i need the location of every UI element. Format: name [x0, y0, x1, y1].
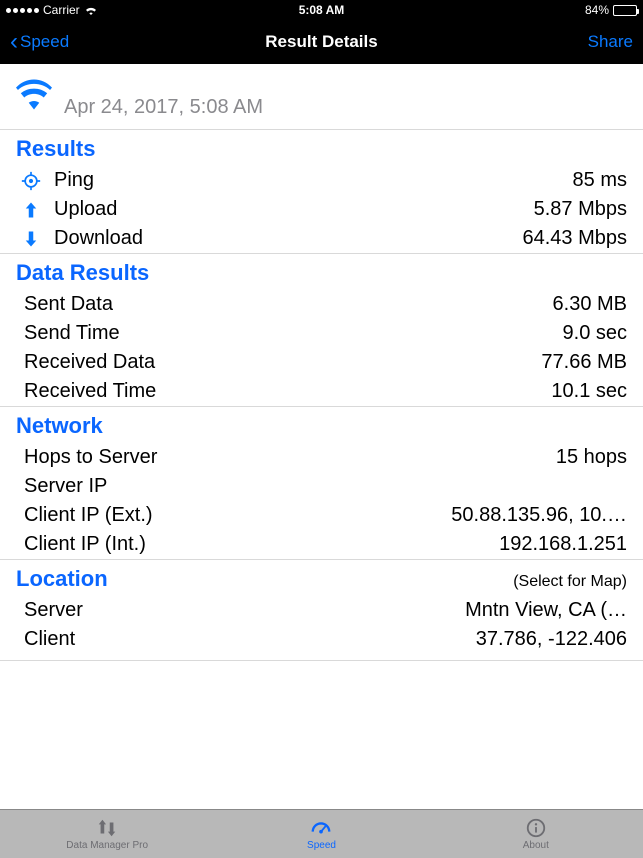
location-hint: (Select for Map) — [513, 573, 627, 591]
timestamp: Apr 24, 2017, 5:08 AM — [64, 96, 263, 119]
back-label: Speed — [20, 32, 69, 52]
wifi-icon — [16, 78, 52, 119]
client-ip-int-value: 192.168.1.251 — [499, 533, 627, 556]
status-time: 5:08 AM — [299, 3, 345, 17]
row-hops: Hops to Server 15 hops — [0, 443, 643, 472]
row-client-ip-int: Client IP (Int.) 192.168.1.251 — [0, 530, 643, 559]
tab-bar: Data Manager Pro Speed About — [0, 809, 643, 858]
received-data-value: 77.66 MB — [541, 351, 627, 374]
battery-icon — [613, 5, 637, 16]
carrier-label: Carrier — [43, 3, 80, 17]
download-value: 64.43 Mbps — [522, 227, 627, 250]
download-label: Download — [54, 227, 143, 250]
nav-bar: ‹ Speed Result Details Share — [0, 20, 643, 64]
row-client-ip-ext: Client IP (Ext.) 50.88.135.96, 10.… — [0, 501, 643, 530]
send-time-value: 9.0 sec — [563, 322, 627, 345]
target-icon — [18, 171, 44, 191]
content: Apr 24, 2017, 5:08 AM Results Ping 85 ms… — [0, 64, 643, 809]
server-loc-label: Server — [24, 599, 83, 622]
chevron-left-icon: ‹ — [10, 30, 18, 54]
status-left: Carrier — [6, 3, 98, 17]
client-ip-int-label: Client IP (Int.) — [24, 533, 146, 556]
received-time-value: 10.1 sec — [551, 380, 627, 403]
received-time-label: Received Time — [24, 380, 156, 403]
sent-data-label: Sent Data — [24, 293, 113, 316]
row-received-data: Received Data 77.66 MB — [0, 348, 643, 377]
server-ip-label: Server IP — [24, 475, 107, 498]
status-bar: Carrier 5:08 AM 84% — [0, 0, 643, 20]
section-data-results-header: Data Results — [0, 253, 643, 290]
tab-label: About — [523, 840, 549, 851]
received-data-label: Received Data — [24, 351, 155, 374]
wifi-status-icon — [84, 5, 98, 15]
divider — [0, 660, 643, 661]
row-download: Download 64.43 Mbps — [0, 224, 643, 253]
gauge-icon — [308, 817, 334, 839]
upload-arrow-icon — [18, 200, 44, 220]
row-sent-data: Sent Data 6.30 MB — [0, 290, 643, 319]
status-right: 84% — [585, 3, 637, 17]
share-button[interactable]: Share — [588, 32, 633, 52]
send-time-label: Send Time — [24, 322, 120, 345]
sent-data-value: 6.30 MB — [553, 293, 627, 316]
client-loc-value: 37.786, -122.406 — [476, 628, 627, 651]
info-icon — [523, 817, 549, 839]
hops-value: 15 hops — [556, 446, 627, 469]
section-location-header: Location (Select for Map) — [0, 559, 643, 596]
client-ip-ext-value: 50.88.135.96, 10.… — [451, 504, 627, 527]
back-button[interactable]: ‹ Speed — [10, 30, 69, 54]
ping-label: Ping — [54, 169, 94, 192]
client-loc-label: Client — [24, 628, 75, 651]
row-server-loc[interactable]: Server Mntn View, CA (… — [0, 596, 643, 625]
download-arrow-icon — [18, 229, 44, 249]
row-ping: Ping 85 ms — [0, 166, 643, 195]
row-client-loc[interactable]: Client 37.786, -122.406 — [0, 625, 643, 654]
row-upload: Upload 5.87 Mbps — [0, 195, 643, 224]
hops-label: Hops to Server — [24, 446, 157, 469]
section-network-header: Network — [0, 406, 643, 443]
ping-value: 85 ms — [573, 169, 627, 192]
upload-value: 5.87 Mbps — [534, 198, 627, 221]
row-received-time: Received Time 10.1 sec — [0, 377, 643, 406]
battery-percent: 84% — [585, 3, 609, 17]
page-title: Result Details — [265, 32, 377, 52]
client-ip-ext-label: Client IP (Ext.) — [24, 504, 153, 527]
signal-icon — [6, 8, 39, 13]
row-server-ip: Server IP — [0, 472, 643, 501]
tab-speed[interactable]: Speed — [214, 810, 428, 858]
section-results-header: Results — [0, 129, 643, 166]
result-header: Apr 24, 2017, 5:08 AM — [0, 64, 643, 129]
up-down-arrows-icon — [94, 817, 120, 839]
tab-label: Speed — [307, 840, 336, 851]
tab-label: Data Manager Pro — [66, 840, 148, 851]
location-title: Location — [16, 566, 108, 592]
row-send-time: Send Time 9.0 sec — [0, 319, 643, 348]
tab-about[interactable]: About — [429, 810, 643, 858]
server-loc-value: Mntn View, CA (… — [465, 599, 627, 622]
upload-label: Upload — [54, 198, 117, 221]
tab-data-manager-pro[interactable]: Data Manager Pro — [0, 810, 214, 858]
